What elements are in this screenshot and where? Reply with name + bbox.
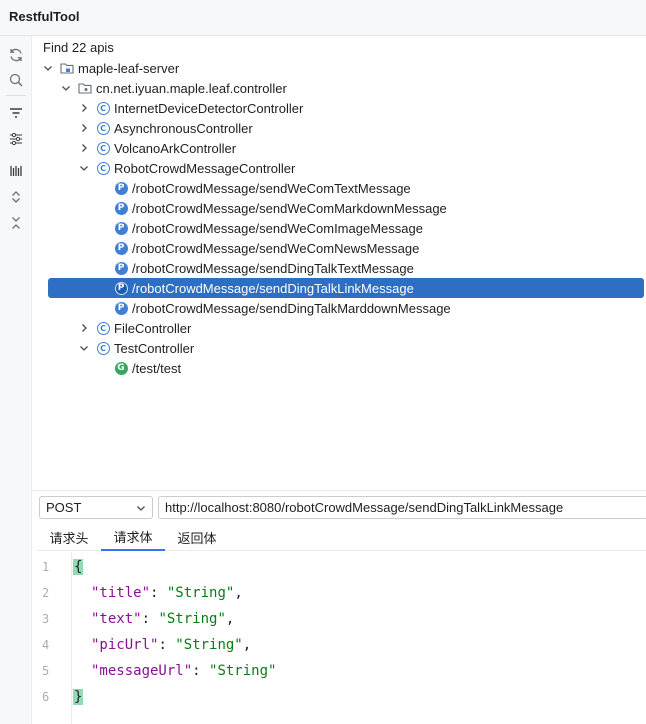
api-path: /robotCrowdMessage/sendWeComImageMessage [132, 220, 423, 236]
api-path: /robotCrowdMessage/sendWeComMarkdownMess… [132, 200, 447, 216]
tree-node-controller[interactable]: C AsynchronousController [78, 118, 253, 138]
tree-node-api[interactable]: P /robotCrowdMessage/sendDingTalkTextMes… [114, 258, 414, 278]
line-number-gutter: 1 2 3 4 5 6 [37, 552, 72, 724]
tree-node-api[interactable]: P /robotCrowdMessage/sendWeComNewsMessag… [114, 238, 419, 258]
class-icon: C [96, 121, 110, 135]
tree-node-controller[interactable]: C TestController [78, 338, 194, 358]
line-number: 1 [42, 560, 50, 574]
tab-response-body[interactable]: 返回体 [169, 524, 225, 551]
barcode-icon[interactable] [5, 160, 27, 182]
line-number: 3 [42, 612, 50, 626]
line-number: 2 [42, 586, 50, 600]
chevron-down-icon[interactable] [78, 342, 90, 354]
tree-node-api[interactable]: P /robotCrowdMessage/sendWeComMarkdownMe… [114, 198, 447, 218]
controller-name: AsynchronousController [114, 120, 253, 136]
open-brace: { [73, 559, 84, 575]
api-path: /robotCrowdMessage/sendWeComTextMessage [132, 180, 411, 196]
tree-node-api[interactable]: G /test/test [114, 358, 181, 378]
chevron-down-icon[interactable] [60, 82, 72, 94]
tree-node-controller[interactable]: C InternetDeviceDetectorController [78, 98, 303, 118]
request-body-editor[interactable]: 1 2 3 4 5 6 { "title": "String", "text":… [37, 552, 646, 724]
tab-request-body[interactable]: 请求体 [101, 524, 165, 551]
code-line: { [73, 557, 84, 577]
http-method-select[interactable]: POST [39, 496, 153, 519]
class-icon: C [96, 101, 110, 115]
tab-request-headers[interactable]: 请求头 [41, 524, 97, 551]
chevron-right-icon[interactable] [78, 322, 90, 334]
settings-sliders-icon[interactable] [5, 128, 27, 150]
post-method-icon: P [114, 201, 128, 215]
post-method-icon: P [114, 281, 128, 295]
controller-name: RobotCrowdMessageController [114, 160, 296, 176]
controller-name: InternetDeviceDetectorController [114, 100, 304, 116]
tree-node-module[interactable]: maple-leaf-server [42, 58, 179, 78]
module-name: maple-leaf-server [78, 60, 180, 76]
filter-icon[interactable] [5, 102, 27, 124]
refresh-icon[interactable] [5, 44, 27, 66]
controller-name: TestController [114, 340, 195, 356]
title-bar: RestfulTool [0, 0, 646, 36]
post-method-icon: P [114, 261, 128, 275]
tree-node-controller[interactable]: C FileController [78, 318, 191, 338]
tree-node-controller[interactable]: C RobotCrowdMessageController [78, 158, 295, 178]
get-method-icon: G [114, 361, 128, 375]
api-path: /robotCrowdMessage/sendDingTalkMarddownM… [132, 300, 451, 316]
chevron-right-icon[interactable] [78, 142, 90, 154]
chevron-down-icon[interactable] [78, 162, 90, 174]
code-line: } [73, 687, 84, 707]
code-line: "messageUrl": "String" [91, 663, 277, 679]
api-path: /robotCrowdMessage/sendDingTalkTextMessa… [132, 260, 414, 276]
post-method-icon: P [114, 241, 128, 255]
tree-node-api[interactable]: P /robotCrowdMessage/sendDingTalkMarddow… [114, 298, 451, 318]
toolbar-separator [6, 95, 26, 96]
controller-name: FileController [114, 320, 192, 336]
class-icon: C [96, 141, 110, 155]
tree-node-api[interactable]: P /robotCrowdMessage/sendWeComImageMessa… [114, 218, 423, 238]
class-icon: C [96, 321, 110, 335]
api-path: /robotCrowdMessage/sendWeComNewsMessage [132, 240, 420, 256]
post-method-icon: P [114, 301, 128, 315]
collapse-all-icon[interactable] [5, 212, 27, 234]
api-path: /robotCrowdMessage/sendDingTalkLinkMessa… [132, 280, 414, 296]
controller-name: VolcanoArkController [114, 140, 237, 156]
api-tree: Find 22 apis maple-leaf-server cn.net.iy… [32, 36, 646, 486]
code-line: "title": "String", [91, 585, 243, 601]
chevron-right-icon[interactable] [78, 102, 90, 114]
app-title: RestfulTool [9, 9, 80, 24]
tree-node-controller[interactable]: C VolcanoArkController [78, 138, 236, 158]
code-line: "picUrl": "String", [91, 637, 252, 653]
api-count-label: Find 22 apis [43, 40, 114, 55]
module-folder-icon [60, 61, 74, 75]
tree-node-api-selected[interactable]: P /robotCrowdMessage/sendDingTalkLinkMes… [48, 278, 644, 298]
chevron-down-icon [137, 506, 145, 511]
package-name: cn.net.iyuan.maple.leaf.controller [96, 80, 287, 96]
api-path: /test/test [132, 360, 182, 376]
line-number: 5 [42, 664, 50, 678]
http-method-value: POST [46, 500, 82, 515]
line-number: 6 [42, 690, 50, 704]
tool-strip [0, 36, 32, 724]
panel-divider [32, 490, 646, 491]
package-icon [78, 81, 92, 95]
url-input[interactable] [158, 496, 646, 519]
expand-all-icon[interactable] [5, 186, 27, 208]
code-line: "text": "String", [91, 611, 235, 627]
post-method-icon: P [114, 221, 128, 235]
request-tabs: 请求头 请求体 返回体 [37, 524, 646, 551]
post-method-icon: P [114, 181, 128, 195]
line-number: 4 [42, 638, 50, 652]
close-brace: } [73, 689, 84, 705]
chevron-right-icon[interactable] [78, 122, 90, 134]
class-icon: C [96, 161, 110, 175]
class-icon: C [96, 341, 110, 355]
chevron-down-icon[interactable] [42, 62, 54, 74]
tree-node-package[interactable]: cn.net.iyuan.maple.leaf.controller [60, 78, 287, 98]
search-icon[interactable] [5, 69, 27, 91]
tree-node-api[interactable]: P /robotCrowdMessage/sendWeComTextMessag… [114, 178, 411, 198]
